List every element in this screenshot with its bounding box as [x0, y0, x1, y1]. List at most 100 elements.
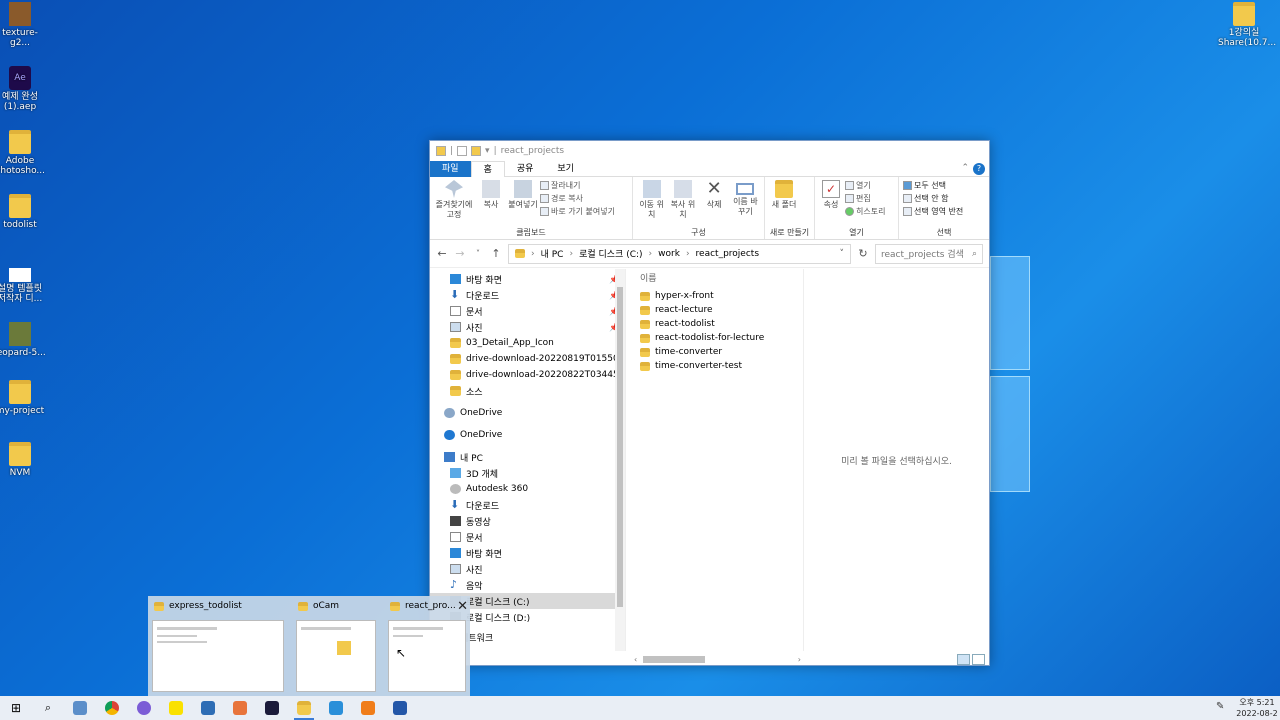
nav-item[interactable]: 3D 개체	[430, 465, 625, 481]
large-icons-view-icon[interactable]	[972, 654, 985, 665]
search-box[interactable]: react_projects 검색 ⌕	[875, 243, 983, 264]
chevron-down-icon[interactable]: ˅	[840, 249, 845, 259]
open-icon	[845, 181, 854, 190]
breadcrumb-item[interactable]: 로컬 디스크 (C:)	[579, 247, 642, 260]
nav-item[interactable]: 바탕 화면	[430, 545, 625, 561]
taskbar-app[interactable]	[224, 696, 256, 720]
breadcrumb-item[interactable]: work	[658, 249, 680, 259]
recent-chevron-icon[interactable]: ˅	[472, 249, 484, 258]
path-icon	[540, 194, 549, 203]
scroll-thumb[interactable]	[617, 287, 623, 607]
breadcrumb-item[interactable]: 내 PC	[541, 247, 564, 260]
scroll-left-icon[interactable]: ‹	[634, 655, 637, 664]
scroll-right-icon[interactable]: ›	[798, 655, 801, 664]
history-icon	[845, 207, 854, 216]
select-none-button[interactable]: 선택 안 함	[903, 193, 963, 204]
tab-share[interactable]: 공유	[505, 161, 546, 177]
nav-item-this-pc[interactable]: 내 PC	[430, 449, 625, 465]
list-item[interactable]: react-todolist-for-lecture	[626, 331, 803, 345]
taskbar-app[interactable]	[128, 696, 160, 720]
desktop-icon	[450, 274, 461, 284]
taskbar-app[interactable]	[160, 696, 192, 720]
invert-selection-button[interactable]: 선택 영역 반전	[903, 206, 963, 217]
nav-item-onedrive[interactable]: OneDrive	[430, 405, 625, 421]
nav-item[interactable]: drive-download-20220819T015508Z-001	[430, 351, 625, 367]
paste-shortcut-button[interactable]: 바로 가기 붙여넣기	[540, 206, 615, 217]
cut-button[interactable]: 잘라내기	[540, 180, 615, 191]
desktop-icon[interactable]: leopard-5...	[0, 322, 46, 358]
select-all-button[interactable]: 모두 선택	[903, 180, 963, 191]
start-button[interactable]: ⊞	[0, 696, 32, 720]
desktop-icon[interactable]: Adobe Photosho...	[0, 130, 46, 176]
close-icon[interactable]: ✕	[457, 599, 468, 614]
desktop-icon[interactable]: my-project	[0, 380, 46, 416]
nav-item[interactable]: 사진	[430, 561, 625, 577]
separator: ›	[569, 248, 574, 259]
help-icon[interactable]: ?	[973, 163, 985, 175]
nav-scrollbar[interactable]	[615, 269, 625, 651]
nav-item[interactable]: 문서	[430, 529, 625, 545]
taskbar-app[interactable]	[352, 696, 384, 720]
refresh-icon[interactable]: ↻	[857, 247, 869, 260]
new-folder-icon[interactable]	[471, 146, 482, 156]
taskbar-app[interactable]	[320, 696, 352, 720]
vscode-icon	[329, 701, 343, 715]
taskbar-app[interactable]	[96, 696, 128, 720]
list-item[interactable]: react-todolist	[626, 317, 803, 331]
nav-item[interactable]: Autodesk 360	[430, 481, 625, 497]
list-item[interactable]: hyper-x-front	[626, 289, 803, 303]
nav-item[interactable]: ♪ 음악	[430, 577, 625, 593]
desktop-icon[interactable]: 설명 템플릿 저작자 디...	[0, 264, 46, 304]
thumbnail-window[interactable]: oCam	[292, 596, 380, 696]
tab-view[interactable]: 보기	[545, 161, 586, 177]
list-item[interactable]: time-converter	[626, 345, 803, 359]
desktop-icon[interactable]: 1강의실 Share(10.7...	[1218, 2, 1276, 48]
forward-arrow-icon[interactable]: →	[454, 247, 466, 260]
nav-item[interactable]: 소스	[430, 383, 625, 399]
nav-item[interactable]: 사진📌	[430, 319, 625, 335]
breadcrumb-item[interactable]: react_projects	[696, 249, 759, 259]
pen-icon[interactable]: ✎	[1216, 701, 1228, 713]
nav-item[interactable]: 03_Detail_App_Icon	[430, 335, 625, 351]
taskbar-app[interactable]	[384, 696, 416, 720]
details-view-icon[interactable]	[957, 654, 970, 665]
nav-item-onedrive[interactable]: OneDrive	[430, 427, 625, 443]
taskbar-app[interactable]	[192, 696, 224, 720]
thumbnail-window[interactable]: express_todolist	[148, 596, 288, 696]
tab-file[interactable]: 파일	[430, 160, 471, 177]
nav-item[interactable]: ⬇ 다운로드	[430, 497, 625, 513]
list-item[interactable]: time-converter-test	[626, 359, 803, 373]
copy-path-button[interactable]: 경로 복사	[540, 193, 615, 204]
tab-home[interactable]: 홈	[470, 160, 505, 177]
desktop-icon[interactable]: todolist	[0, 194, 46, 230]
chevron-down-icon[interactable]: ▾	[485, 146, 490, 156]
up-arrow-icon[interactable]: ↑	[490, 247, 502, 260]
chevron-up-icon[interactable]: ⌃	[961, 163, 969, 173]
horizontal-scrollbar[interactable]: ‹ ›	[634, 653, 803, 665]
nav-item[interactable]: ⬇다운로드📌	[430, 287, 625, 303]
nav-item[interactable]: 동영상	[430, 513, 625, 529]
desktop-icon[interactable]: NVM	[0, 442, 46, 478]
back-arrow-icon[interactable]: ←	[436, 247, 448, 260]
address-bar[interactable]: › 내 PC › 로컬 디스크 (C:) › work › react_proj…	[508, 243, 851, 264]
folder-icon	[640, 291, 650, 301]
nav-item[interactable]: 문서📌	[430, 303, 625, 319]
ribbon: 즐겨찾기에 고정 복사 붙여넣기 잘라내기 경로 복사 바로 가기 붙여넣기 클…	[430, 177, 989, 240]
search-button[interactable]: ⌕	[32, 696, 64, 720]
desktop-icon[interactable]: Ae 예제 완성 (1).aep	[0, 66, 46, 112]
taskbar-app[interactable]	[64, 696, 96, 720]
scroll-thumb[interactable]	[643, 655, 706, 663]
open-button[interactable]: 열기	[845, 180, 885, 191]
shortcut-icon	[540, 207, 549, 216]
nav-item[interactable]: 바탕 화면📌	[430, 271, 625, 287]
clock[interactable]: 오후 5:21 2022-08-2	[1234, 696, 1280, 720]
nav-item[interactable]: drive-download-20220822T034458Z-001	[430, 367, 625, 383]
desktop-icon[interactable]: texture-g2...	[0, 2, 46, 48]
list-item[interactable]: react-lecture	[626, 303, 803, 317]
column-header-name[interactable]: 이름	[626, 269, 803, 289]
taskbar-app-file-explorer[interactable]	[288, 696, 320, 720]
taskbar-app[interactable]	[256, 696, 288, 720]
properties-icon[interactable]	[457, 146, 468, 156]
history-button[interactable]: 히스토리	[845, 206, 885, 217]
edit-button[interactable]: 편집	[845, 193, 885, 204]
